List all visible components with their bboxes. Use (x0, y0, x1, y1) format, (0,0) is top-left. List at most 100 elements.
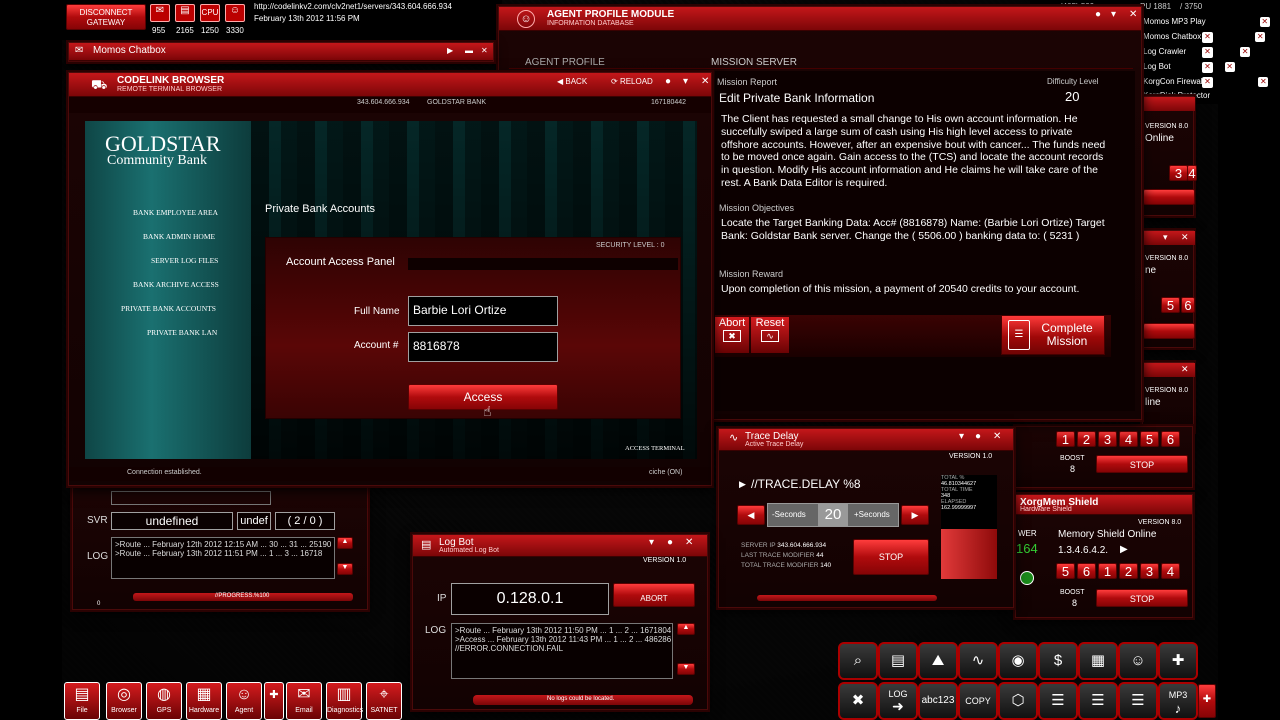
svr-value-field[interactable]: undefined (111, 512, 233, 530)
complete-mission-button[interactable]: ☰ Complete Mission (1001, 315, 1105, 355)
account-number-input[interactable]: 8816878 (408, 332, 558, 362)
close-icon[interactable]: ✕ (1181, 364, 1189, 375)
copy-icon[interactable]: COPY (958, 682, 998, 720)
minimize-icon[interactable]: ▾ (1111, 9, 1116, 20)
wave-icon[interactable]: ∿ (958, 642, 998, 680)
diagnostics-icon-button[interactable]: ▥ Diagnostics (326, 682, 363, 720)
key-6[interactable]: 6 (1181, 297, 1195, 313)
expand-icon[interactable]: ▶ (739, 479, 746, 490)
info-icon[interactable]: ● (1095, 9, 1101, 20)
trace-stop-button[interactable]: STOP (853, 539, 929, 575)
shield-key[interactable]: 1 (1098, 563, 1117, 579)
mail-icon[interactable]: ✉ (150, 4, 170, 22)
shield-key[interactable]: 4 (1161, 563, 1180, 579)
close-icon[interactable]: ✕ (1240, 47, 1251, 57)
decrease-arrow[interactable]: ◀ (737, 505, 765, 525)
close-icon[interactable]: ✕ (1224, 62, 1235, 72)
hardware-icon-button[interactable]: ▦ Hardware (186, 682, 222, 720)
task-item[interactable]: Momos MP3 Play ✕ (1143, 17, 1270, 27)
shield-key[interactable]: 5 (1056, 563, 1075, 579)
key-5[interactable]: 5 (1161, 297, 1180, 313)
close-icon[interactable]: ✕ (993, 431, 1001, 442)
key-3[interactable]: 3 (1169, 165, 1188, 181)
increase-arrow[interactable]: ▶ (901, 505, 929, 525)
stop-button[interactable] (1143, 189, 1195, 205)
svr-undef-field[interactable]: undef (237, 512, 271, 530)
task-item[interactable]: KorgCon Firewall ✕ (1143, 77, 1269, 87)
satnet-icon-button[interactable]: ⌖ SATNET (366, 682, 402, 720)
add-icon-button[interactable]: ✚ (264, 682, 284, 720)
bank-nav-item[interactable]: PRIVATE BANK LAN (147, 328, 217, 337)
stack-icon-3[interactable]: ☰ (1118, 682, 1158, 720)
close-icon[interactable]: ✕ (481, 46, 488, 55)
list-icon[interactable]: ▤ (878, 642, 918, 680)
close-icon[interactable]: ✕ (1181, 232, 1189, 243)
browser-icon-button[interactable]: ◎ Browser (106, 682, 142, 720)
disconnect-button[interactable]: DISCONNECT GATEWAY (66, 4, 146, 30)
gps-icon-button[interactable]: ◍ GPS (146, 682, 182, 720)
eye-icon[interactable]: ◉ (998, 642, 1038, 680)
shield-key[interactable]: 6 (1161, 431, 1180, 447)
bank-nav-item[interactable]: BANK ARCHIVE ACCESS (133, 280, 219, 289)
scroll-down-button[interactable]: ▼ (677, 663, 695, 675)
log-search-icon[interactable]: ⌕ (838, 642, 878, 680)
stop-button[interactable]: STOP (1096, 589, 1188, 607)
delete-icon[interactable]: ✖ (838, 682, 878, 720)
minimize-icon[interactable]: ▾ (683, 76, 688, 87)
scroll-up-button[interactable]: ▲ (677, 623, 695, 635)
info-icon[interactable]: ● (667, 537, 673, 548)
task-item[interactable]: Log Bot ✕ (1143, 62, 1235, 72)
stack-icon-2[interactable]: ☰ (1078, 682, 1118, 720)
shield-key[interactable]: 3 (1140, 563, 1159, 579)
close-icon[interactable]: ✕ (1202, 62, 1213, 73)
grid-icon[interactable]: ▦ (1078, 642, 1118, 680)
play-icon[interactable]: ▶ (1120, 544, 1128, 555)
full-name-input[interactable]: Barbie Lori Ortize (408, 296, 558, 326)
mp3-icon[interactable]: MP3 ♪ (1158, 682, 1198, 720)
tab-agent-profile[interactable]: AGENT PROFILE (525, 57, 605, 68)
close-icon[interactable]: ✕ (685, 537, 693, 548)
shield-key[interactable]: 6 (1077, 563, 1096, 579)
minus-seconds-button[interactable]: -Seconds (772, 510, 806, 519)
password-icon[interactable]: abc123 (918, 682, 958, 720)
close-icon[interactable]: ✕ (1255, 32, 1266, 42)
close-icon[interactable]: ✕ (1259, 17, 1270, 27)
info-icon[interactable]: ● (665, 76, 671, 87)
key-4[interactable]: 4 (1187, 165, 1197, 181)
scroll-up-button[interactable]: ▲ (337, 537, 353, 549)
close-icon[interactable]: ✕ (1258, 77, 1269, 87)
task-item[interactable]: Momos Chatbox ✕ (1143, 32, 1266, 42)
tab-mission-server[interactable]: MISSION SERVER (711, 57, 797, 68)
dock-add-button[interactable]: ✚ (1198, 684, 1216, 718)
close-icon[interactable]: ✕ (1129, 9, 1137, 20)
money-icon[interactable]: $ (1038, 642, 1078, 680)
medic-icon[interactable]: ✚ (1158, 642, 1198, 680)
stop-button[interactable]: STOP (1096, 455, 1188, 473)
file-icon-button[interactable]: ▤ File (64, 682, 100, 720)
alien-icon[interactable]: ☺ (1118, 642, 1158, 680)
bank-nav-item[interactable]: SERVER LOG FILES (151, 256, 218, 265)
shield-key[interactable]: 4 (1119, 431, 1138, 447)
shield-key[interactable]: 5 (1140, 431, 1159, 447)
hex-icon[interactable]: ⬡ (998, 682, 1038, 720)
stack-icon-1[interactable]: ☰ (1038, 682, 1078, 720)
mountain-icon[interactable]: ⛰ (918, 642, 958, 680)
bank-nav-item[interactable]: PRIVATE BANK ACCOUNTS (121, 304, 216, 313)
stop-button[interactable] (1143, 323, 1195, 339)
minimize-icon[interactable]: ▾ (1163, 232, 1168, 243)
shield-key[interactable]: 2 (1077, 431, 1096, 447)
close-icon[interactable]: ✕ (1202, 47, 1213, 58)
bank-nav-item[interactable]: BANK ADMIN HOME (143, 232, 215, 241)
shield-key[interactable]: 2 (1119, 563, 1138, 579)
close-icon[interactable]: ✕ (1202, 32, 1213, 43)
ram-icon[interactable]: ▤ (175, 4, 195, 22)
minimize-icon[interactable]: ▬ (465, 46, 473, 55)
agent-icon-button[interactable]: ☺ Agent (226, 682, 262, 720)
scroll-down-button[interactable]: ▼ (337, 563, 353, 575)
cpu-icon[interactable]: CPU (200, 4, 220, 22)
agent-icon[interactable]: ☺ (225, 4, 245, 22)
close-icon[interactable]: ✕ (1202, 77, 1213, 88)
task-item[interactable]: Log Crawler ✕ (1143, 47, 1251, 57)
minimize-icon[interactable]: ▾ (649, 537, 654, 548)
plus-seconds-button[interactable]: +Seconds (854, 510, 890, 519)
